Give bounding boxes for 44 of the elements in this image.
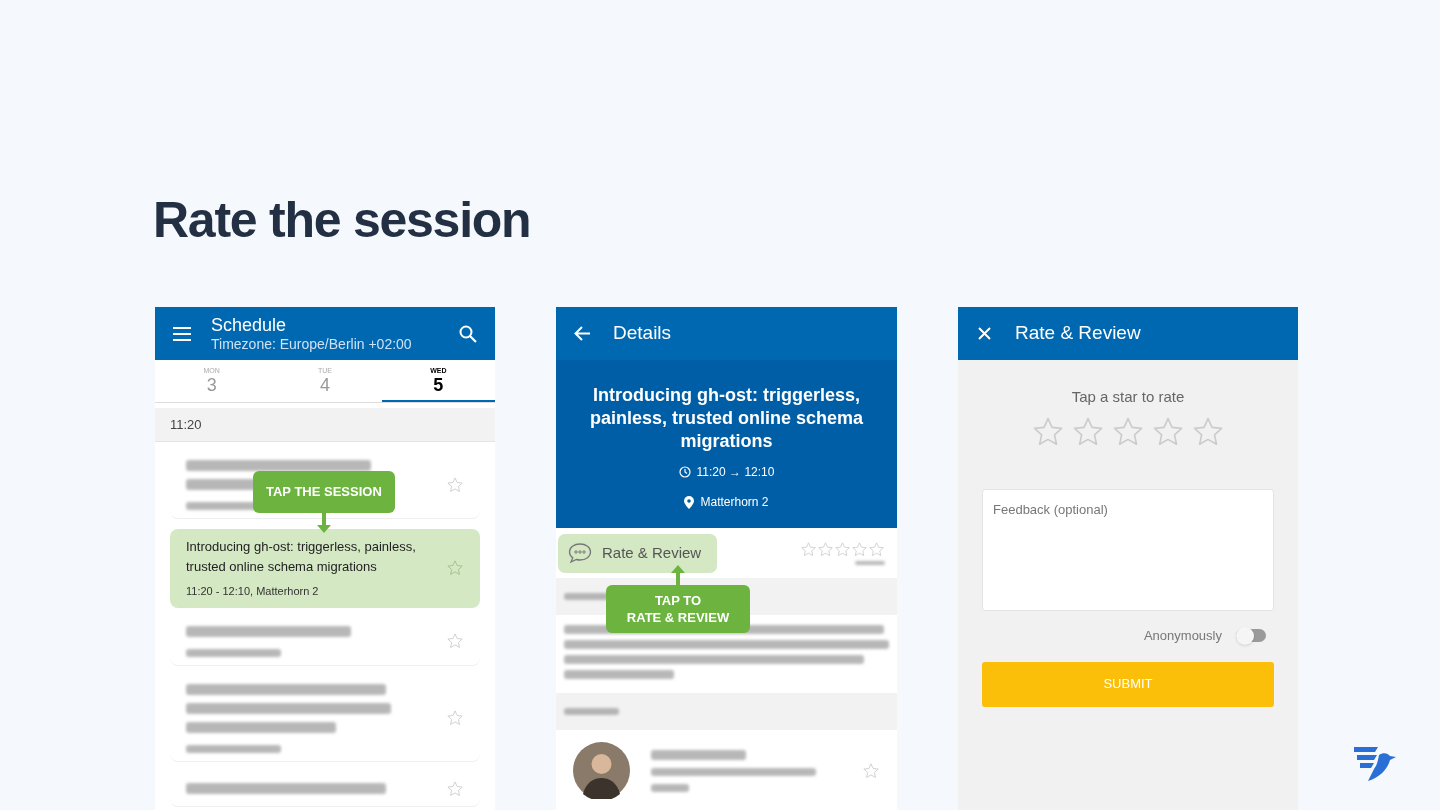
- anonymous-toggle[interactable]: [1236, 625, 1268, 646]
- close-icon[interactable]: [978, 327, 991, 340]
- favorite-star-icon[interactable]: [446, 559, 464, 578]
- session-time: 11:20 → 12:10: [696, 464, 775, 481]
- favorite-star-icon[interactable]: [446, 632, 464, 650]
- session-title: Introducing gh-ost: triggerless, painless, trusted online schema migrations: [186, 538, 417, 576]
- chat-bubble-icon: [568, 542, 592, 564]
- favorite-star-icon[interactable]: [862, 761, 880, 780]
- rating-star-icon[interactable]: [851, 541, 868, 558]
- timezone-label: Timezone: Europe/Berlin +02:00: [211, 336, 413, 354]
- rating-star-icon[interactable]: [834, 541, 851, 558]
- location-pin-icon: [684, 495, 695, 509]
- search-icon[interactable]: [459, 324, 477, 343]
- back-arrow-icon[interactable]: [574, 326, 591, 341]
- session-room: Matterhorn 2: [700, 494, 769, 511]
- session-time-room: 11:20 - 12:10, Matterhorn 2: [186, 584, 320, 599]
- favorite-star-icon[interactable]: [446, 779, 464, 798]
- anonymous-label: Anonymously: [1143, 626, 1222, 645]
- favorite-star-icon[interactable]: [446, 476, 464, 494]
- session-row[interactable]: Introducing gh-ost: triggerless, painless, trusted online schema migrations 11:20 - 12:10, Matterhorn 2: [170, 529, 480, 608]
- clock-icon: [678, 466, 691, 478]
- callout-label: TAP THE SESSION: [253, 471, 395, 513]
- down-arrow-icon: [316, 512, 331, 533]
- blurred-text-bar: [855, 561, 885, 565]
- rating-star-icon[interactable]: [817, 541, 834, 558]
- rate-prompt: Tap a star to rate: [1071, 387, 1185, 407]
- screen-title: Details: [613, 321, 672, 346]
- time-slot-label: 11:20: [170, 415, 202, 434]
- callout-label: TAP TO RATE & REVIEW: [606, 585, 750, 633]
- avatar-icon: [573, 742, 630, 799]
- screen-title: Schedule: [211, 313, 288, 336]
- up-arrow-icon: [671, 565, 685, 585]
- screen-title: Rate & Review: [1015, 321, 1141, 346]
- bird-logo-icon: [1353, 745, 1398, 782]
- rating-star-icon[interactable]: [868, 541, 885, 558]
- session-heading: Introducing gh-ost: triggerless, painless, trusted online schema migrations: [588, 384, 865, 453]
- favorite-star-icon[interactable]: [446, 709, 464, 727]
- page-heading: Rate the session: [153, 191, 531, 250]
- blurred-text-bar: [564, 708, 619, 715]
- blurred-text-bar: [651, 783, 689, 792]
- feedback-field[interactable]: Feedback (optional): [982, 488, 1274, 611]
- rating-star-icon[interactable]: [800, 541, 817, 558]
- rate-review-button[interactable]: Rate & Review: [558, 533, 717, 573]
- menu-icon[interactable]: [173, 326, 191, 341]
